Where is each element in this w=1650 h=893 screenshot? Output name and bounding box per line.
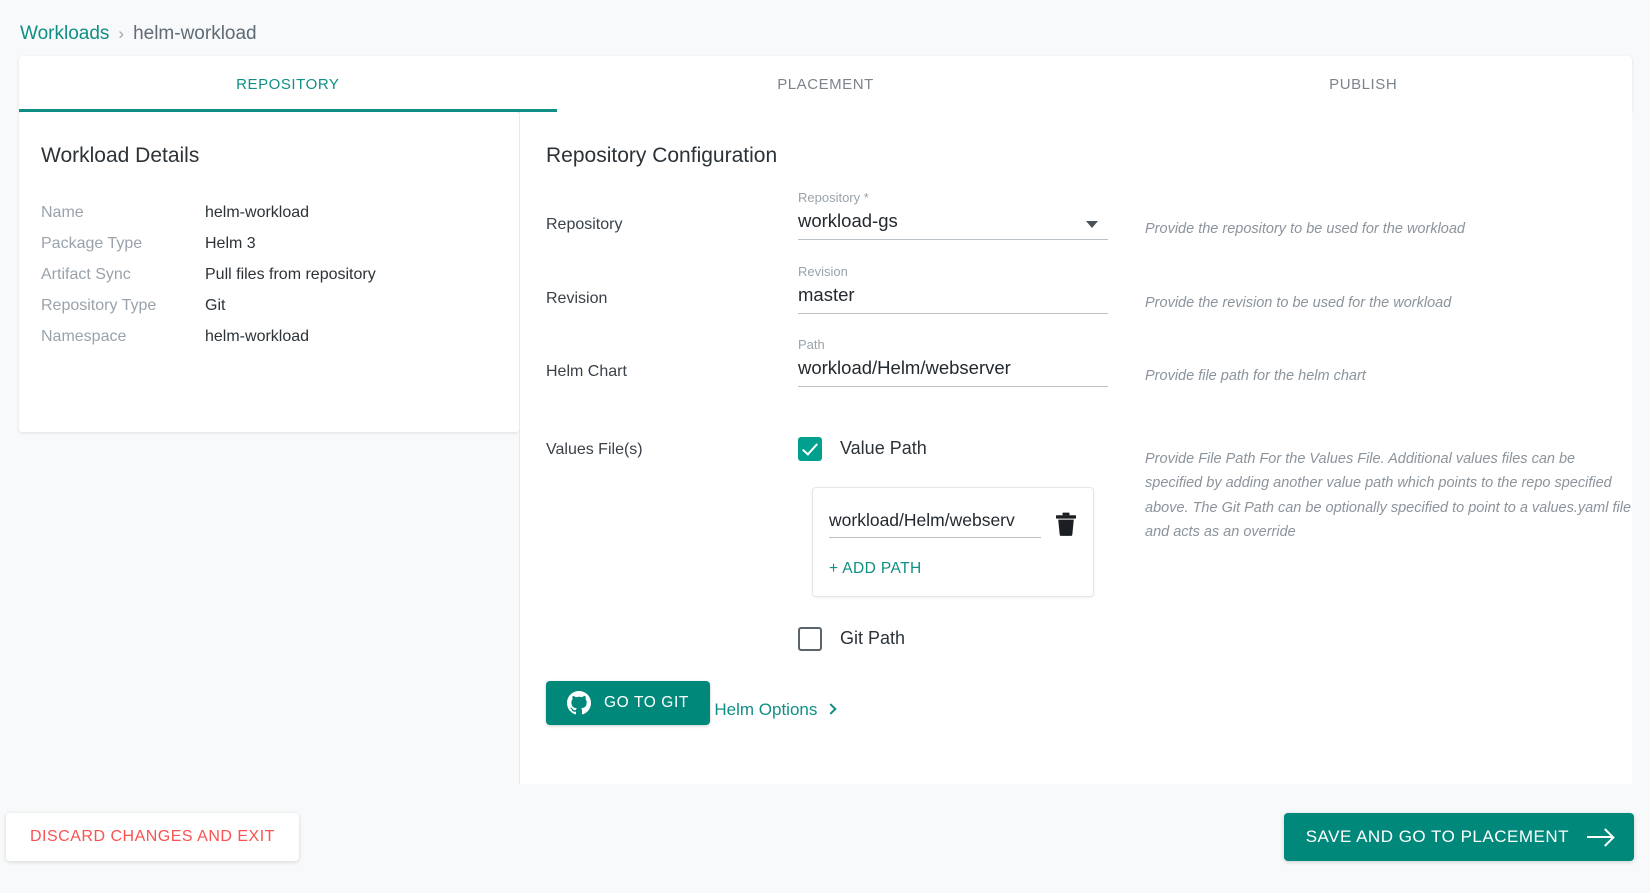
breadcrumb-separator-icon: › (118, 24, 125, 43)
breadcrumb-link-workloads[interactable]: Workloads (20, 23, 109, 45)
revision-row: Revision Revision Provide the revision t… (546, 264, 1632, 316)
tab-repository-label: REPOSITORY (236, 75, 340, 93)
workload-details-column: Workload Details Name helm-workload Pack… (19, 112, 519, 784)
revision-hint: Provide the revision to be used for the … (1145, 294, 1452, 311)
go-to-git-button[interactable]: GO TO GIT (546, 680, 710, 725)
github-icon (567, 690, 591, 715)
breadcrumb: Workloads › helm-workload (20, 20, 257, 48)
delete-icon[interactable] (1055, 512, 1077, 536)
values-files-field: Value Path workload/Helm/webserv + ADD P… (798, 436, 1108, 651)
repository-field: Repository * (798, 190, 1108, 240)
workload-details-table: Name helm-workload Package Type Helm 3 A… (41, 200, 497, 355)
detail-value: Helm 3 (205, 235, 256, 252)
save-button-label: SAVE AND GO TO PLACEMENT (1305, 827, 1569, 846)
git-actions: GO TO GIT Helm Options (546, 651, 1632, 725)
revision-field-wrap: Revision (798, 264, 1108, 314)
helm-chart-field: Path (798, 337, 1108, 387)
arrow-right-icon (1587, 835, 1612, 839)
tab-placement-label: PLACEMENT (777, 75, 874, 93)
value-path-checkbox-row[interactable]: Value Path (798, 436, 1108, 461)
page-body: Workload Details Name helm-workload Pack… (19, 112, 1632, 784)
discard-changes-button[interactable]: DISCARD CHANGES AND EXIT (6, 813, 299, 861)
detail-key: Package Type (41, 235, 143, 252)
value-path-entry (829, 509, 1077, 538)
value-path-checkbox[interactable] (798, 436, 822, 461)
workload-details-card: Workload Details Name helm-workload Pack… (19, 112, 519, 432)
tab-publish-label: PUBLISH (1329, 75, 1398, 93)
detail-value: Git (205, 297, 226, 314)
repository-row: Repository Repository * Provide the repo… (546, 190, 1632, 242)
detail-key: Repository Type (41, 297, 157, 314)
value-path-input[interactable] (829, 509, 1041, 538)
footer-action-bar: DISCARD CHANGES AND EXIT SAVE AND GO TO … (0, 800, 1650, 893)
helm-chart-path-input[interactable] (798, 357, 1108, 387)
table-row: Name helm-workload (41, 200, 497, 231)
save-and-go-to-placement-button[interactable]: SAVE AND GO TO PLACEMENT (1283, 813, 1634, 861)
helm-chart-field-label: Path (798, 337, 825, 352)
workload-details-title: Workload Details (41, 144, 200, 167)
chevron-right-icon (825, 703, 838, 715)
value-path-checkbox-label: Value Path (840, 438, 927, 458)
helm-options-label: Helm Options (714, 699, 818, 719)
values-files-row: Values File(s) Value Path workload/Helm/… (546, 436, 1632, 651)
helm-options-link[interactable]: Helm Options (714, 699, 838, 720)
git-path-checkbox-row[interactable]: Git Path (798, 626, 1108, 651)
tab-bar: REPOSITORY PLACEMENT PUBLISH (19, 56, 1632, 112)
repository-hint: Provide the repository to be used for th… (1145, 221, 1465, 237)
revision-input[interactable] (798, 283, 1108, 314)
detail-value: helm-workload (205, 204, 310, 221)
revision-field-label: Revision (798, 263, 848, 279)
helm-chart-field-wrap: Path (798, 337, 1108, 387)
repository-configuration-panel: Repository Configuration Repository Repo… (519, 112, 1632, 784)
tab-placement[interactable]: PLACEMENT (557, 56, 1095, 112)
add-path-button[interactable]: + ADD PATH (829, 560, 922, 578)
revision-field: Revision (798, 264, 1108, 314)
detail-value: Pull files from repository (205, 266, 376, 283)
revision-row-label: Revision (546, 289, 608, 307)
table-row: Package Type Helm 3 (41, 231, 497, 262)
helm-chart-row-label: Helm Chart (546, 363, 627, 380)
detail-key: Namespace (41, 328, 127, 345)
helm-chart-row: Helm Chart Path Provide file path for th… (546, 337, 1632, 389)
repository-configuration-title: Repository Configuration (546, 144, 778, 167)
repository-field-label: Repository * (798, 190, 869, 205)
git-path-checkbox-label: Git Path (840, 628, 906, 648)
git-path-checkbox[interactable] (798, 626, 822, 651)
tab-publish[interactable]: PUBLISH (1094, 56, 1632, 112)
go-to-git-label: GO TO GIT (604, 693, 689, 711)
repository-select[interactable]: Repository * (798, 190, 1108, 240)
detail-key: Artifact Sync (41, 266, 131, 283)
repository-input[interactable] (798, 210, 1108, 240)
detail-key: Name (41, 204, 84, 221)
value-path-card: + ADD PATH (812, 486, 1094, 597)
workload-repository-page: Workloads › helm-workload REPOSITORY PLA… (0, 0, 1650, 893)
detail-value: helm-workload (205, 328, 310, 345)
values-files-row-label: Values File(s) (546, 440, 643, 458)
tab-repository[interactable]: REPOSITORY (19, 56, 557, 112)
breadcrumb-current: helm-workload (133, 23, 257, 44)
repository-row-label: Repository (546, 216, 623, 233)
table-row: Repository Type Git (41, 293, 497, 324)
values-files-hint: Provide File Path For the Values File. A… (1145, 450, 1632, 541)
helm-chart-hint: Provide file path for the helm chart (1145, 368, 1366, 384)
table-row: Namespace helm-workload (41, 324, 497, 355)
table-row: Artifact Sync Pull files from repository (41, 262, 497, 293)
